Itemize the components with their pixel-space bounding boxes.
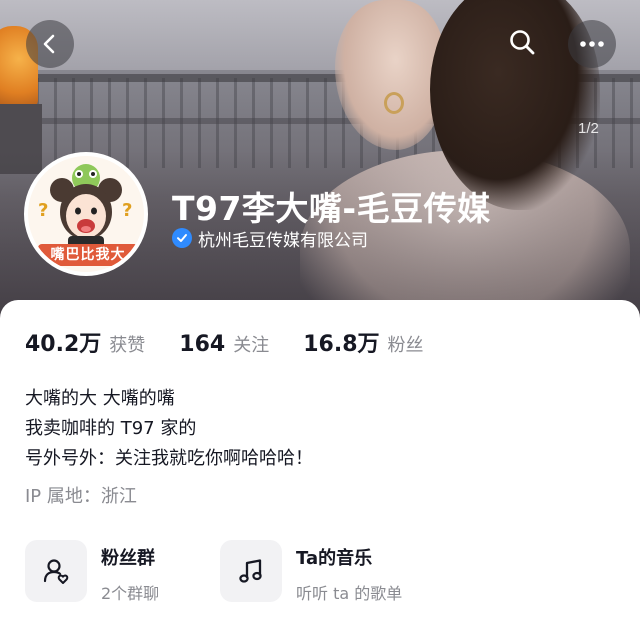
- bio-line: 大嘴的大 大嘴的嘴: [25, 388, 175, 409]
- avatar-illustration: ? ? 嘴巴比我大: [28, 156, 144, 272]
- chevron-left-icon: [43, 34, 55, 54]
- svg-text:?: ?: [122, 200, 132, 221]
- avatar-caption: 嘴巴比我大: [38, 244, 138, 266]
- back-button[interactable]: [26, 20, 74, 68]
- stat-label: 获赞: [109, 335, 146, 356]
- profile-name: T97李大嘴-毛豆传媒: [172, 189, 491, 228]
- stat-label: 粉丝: [387, 335, 424, 356]
- profile-screen: 1/2 ? ? 嘴巴比我大 T97李大嘴-毛豆传媒 杭州毛豆传媒有限公司 40.…: [0, 0, 640, 622]
- music-subtitle: 听听 ta 的歌单: [296, 584, 403, 603]
- fans-group-title: 粉丝群: [101, 548, 155, 569]
- stat-value: 40.2万: [25, 332, 102, 357]
- svg-text:?: ?: [38, 200, 48, 221]
- bio-line: 号外号外：关注我就吃你啊哈哈哈！: [25, 448, 313, 469]
- stat-label: 关注: [233, 335, 270, 356]
- group-icon: [25, 540, 87, 602]
- verified-badge[interactable]: 杭州毛豆传媒有限公司: [172, 226, 368, 251]
- verified-check-icon: [172, 228, 192, 248]
- search-icon: [510, 30, 535, 55]
- profile-stats: 40.2万 获赞 164 关注 16.8万 粉丝: [25, 326, 458, 358]
- music-entry[interactable]: Ta的音乐 听听 ta 的歌单: [220, 540, 402, 606]
- avatar[interactable]: ? ? 嘴巴比我大: [24, 152, 148, 276]
- search-button[interactable]: [498, 18, 546, 66]
- fans-group-entry[interactable]: 粉丝群 2个群聊: [25, 540, 159, 606]
- verified-organization: 杭州毛豆传媒有限公司: [198, 230, 368, 251]
- ip-location: IP 属地：浙江: [25, 486, 137, 507]
- image-page-indicator: 1/2: [578, 120, 599, 137]
- stat-value: 164: [179, 332, 226, 357]
- music-title: Ta的音乐: [296, 548, 373, 569]
- music-note-icon: [220, 540, 282, 602]
- stat-followers[interactable]: 16.8万 粉丝: [303, 326, 423, 358]
- stat-following[interactable]: 164 关注: [179, 331, 269, 357]
- bio-line: 我卖咖啡的 T97 家的: [25, 418, 197, 439]
- stat-value: 16.8万: [303, 332, 380, 357]
- more-button[interactable]: [568, 20, 616, 68]
- fans-group-subtitle: 2个群聊: [101, 584, 160, 603]
- more-horizontal-icon: [580, 41, 604, 47]
- profile-bio: 大嘴的大 大嘴的嘴 我卖咖啡的 T97 家的 号外号外：关注我就吃你啊哈哈哈！: [25, 384, 625, 474]
- stat-likes[interactable]: 40.2万 获赞: [25, 326, 145, 358]
